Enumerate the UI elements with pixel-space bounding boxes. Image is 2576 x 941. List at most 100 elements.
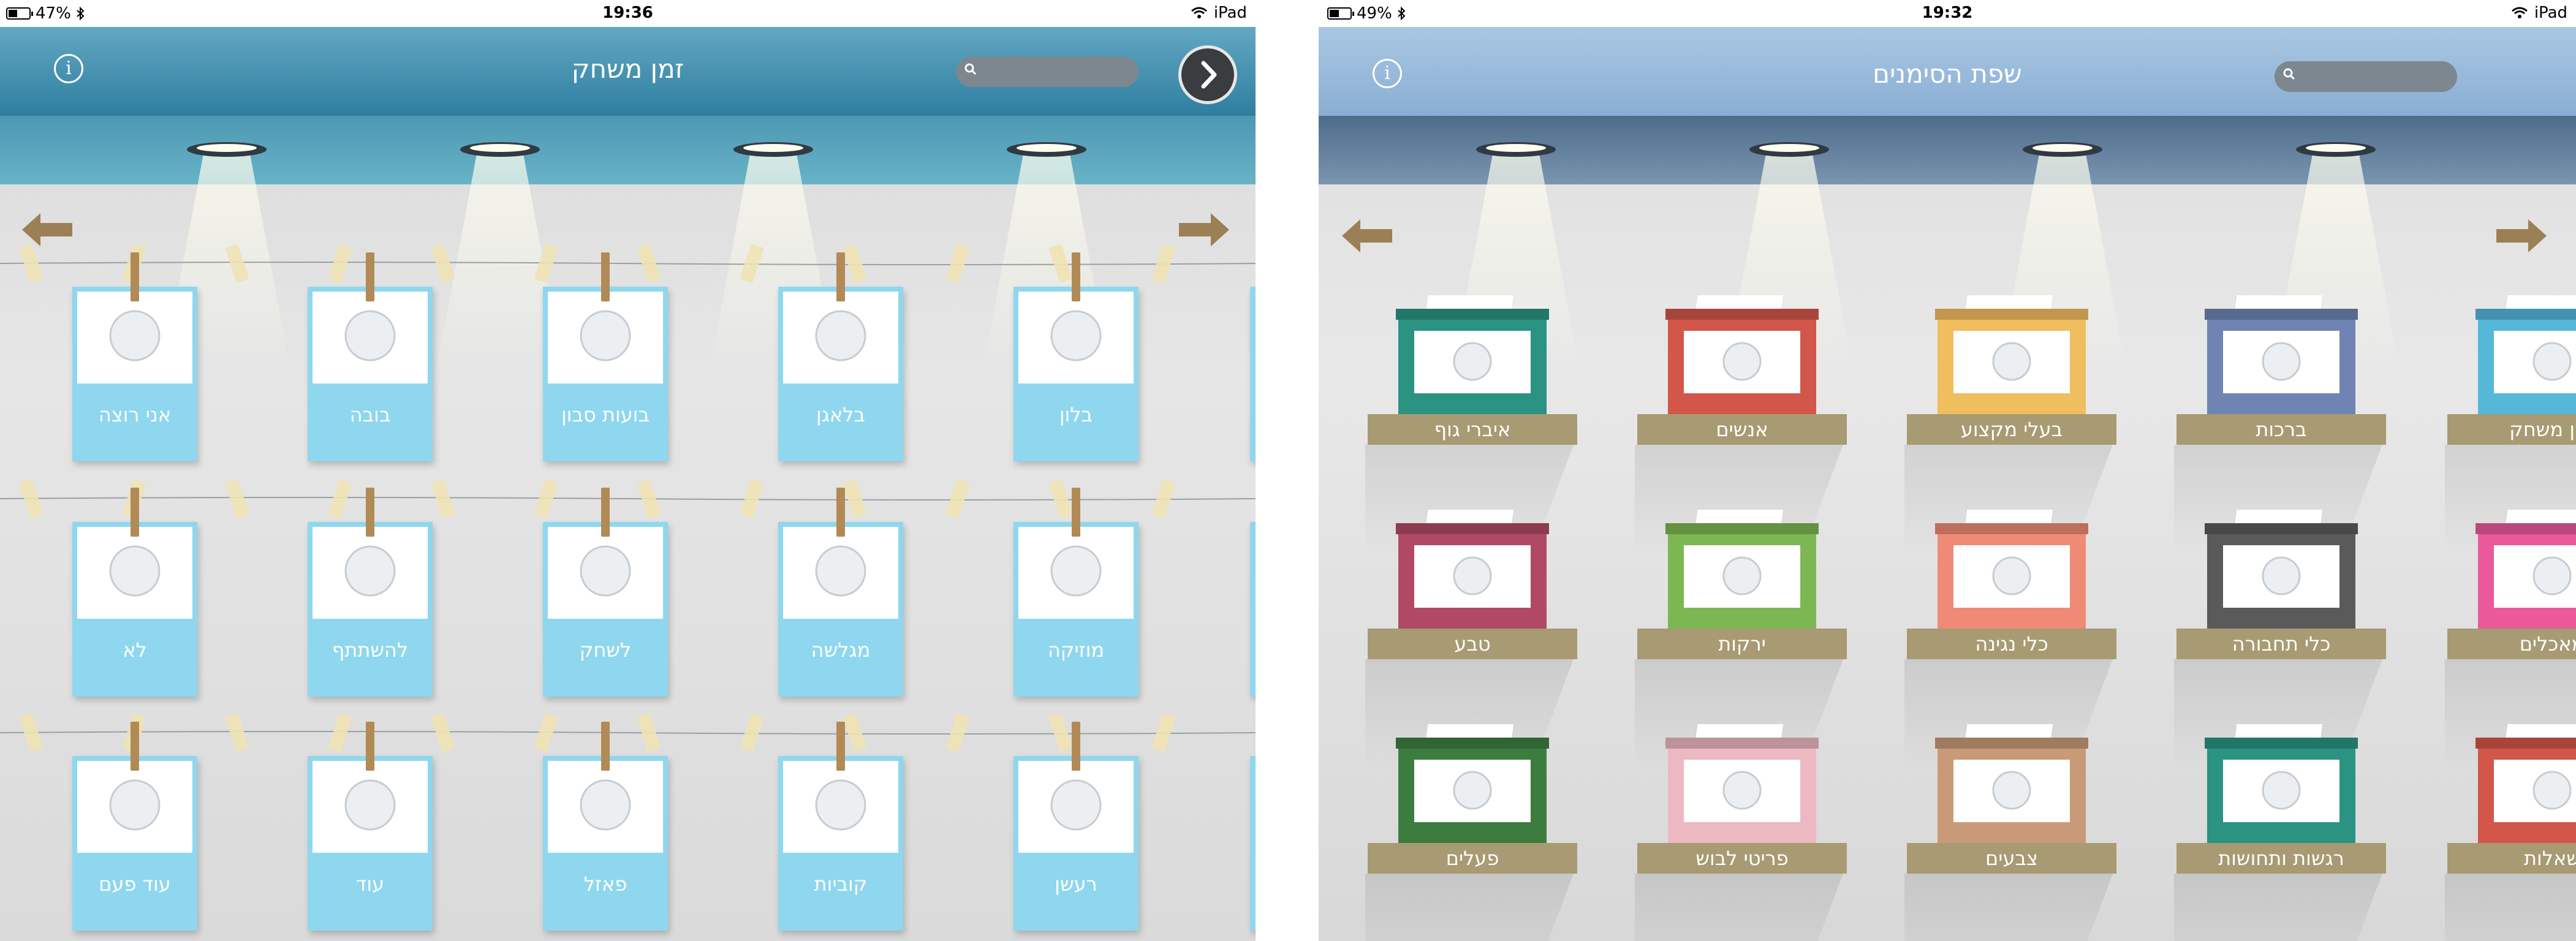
symbol-label: לשחק	[579, 638, 632, 662]
category-box[interactable]	[1665, 510, 1819, 631]
category-box[interactable]	[2476, 510, 2576, 631]
box-body	[1398, 747, 1547, 845]
symbol-picture	[1018, 292, 1134, 384]
box-body	[1668, 319, 1816, 417]
box-body	[1668, 533, 1816, 631]
symbol-card[interactable]: פאזל	[543, 756, 668, 931]
category-picture	[1684, 331, 1800, 393]
symbol-picture	[313, 292, 428, 384]
category-box[interactable]	[2205, 724, 2358, 845]
symbol-card-partial	[1250, 756, 1256, 931]
symbol-card-partial	[1250, 522, 1256, 697]
clothespin	[366, 722, 374, 771]
category-picture	[1953, 545, 2070, 608]
arrow-right-icon[interactable]	[1178, 208, 1230, 251]
box-lid	[1665, 523, 1819, 534]
shelf-shadow	[1365, 874, 1574, 941]
box-lid	[1665, 309, 1819, 320]
box-body	[2478, 747, 2576, 845]
symbol-card[interactable]: מוזיקה	[1013, 522, 1138, 697]
category-box[interactable]	[1396, 724, 1549, 845]
symbol-picture	[313, 761, 428, 853]
left-ipad-screen: 47% 19:36 iPad i זמן משחק אני רוצה בובה בו…	[0, 0, 1256, 941]
symbol-card[interactable]: קוביות	[778, 756, 903, 931]
arrow-left-icon[interactable]	[1341, 214, 1393, 257]
box-body	[1938, 319, 2086, 417]
category-box[interactable]	[1665, 295, 1819, 417]
status-time: 19:32	[1922, 4, 1973, 22]
symbol-card[interactable]: בלאגן	[778, 287, 903, 461]
box-body	[1938, 533, 2086, 631]
symbol-card-partial	[1250, 287, 1256, 461]
shelf-shadow	[1635, 874, 1843, 941]
category-box[interactable]	[1396, 295, 1549, 417]
symbol-label: בלאגן	[816, 403, 865, 426]
symbol-card[interactable]: בועות סבון	[543, 287, 668, 461]
symbol-picture	[548, 292, 663, 384]
category-label: פעלים	[1368, 843, 1577, 874]
search-input[interactable]	[2275, 61, 2457, 92]
category-label: טבע	[1368, 629, 1577, 659]
symbol-label: לא	[123, 638, 147, 662]
category-label: מאכלים	[2447, 629, 2576, 659]
category-picture	[1953, 760, 2070, 822]
arrow-right-icon[interactable]	[2495, 214, 2548, 257]
symbol-label: פאזל	[583, 872, 627, 896]
symbol-picture	[313, 527, 428, 619]
clothespin	[836, 252, 845, 301]
symbol-label: קוביות	[814, 872, 868, 896]
symbol-card[interactable]: בובה	[308, 287, 433, 461]
symbol-picture	[1018, 527, 1134, 619]
symbol-card[interactable]: לא	[72, 522, 197, 697]
category-box[interactable]	[2476, 295, 2576, 417]
box-body	[2207, 533, 2355, 631]
category-box[interactable]	[2476, 724, 2576, 845]
next-page-button[interactable]	[1178, 45, 1237, 104]
right-ipad-screen: 49% 19:32 iPad i שפת הסימנים איברי גוף אנ…	[1319, 0, 2576, 941]
symbol-label: בלון	[1059, 403, 1093, 426]
symbol-card[interactable]: מגלשה	[778, 522, 903, 697]
symbol-card[interactable]: להשתתף	[308, 522, 433, 697]
symbol-card[interactable]: אני רוצה	[72, 287, 197, 461]
symbol-picture	[1018, 761, 1134, 853]
category-picture	[1414, 760, 1531, 822]
category-picture	[2494, 331, 2576, 393]
box-lid	[2476, 309, 2576, 320]
box-lid	[2205, 738, 2358, 749]
category-box[interactable]	[2205, 510, 2358, 631]
symbol-card[interactable]: לשחק	[543, 522, 668, 697]
search-icon	[964, 63, 977, 75]
status-time: 19:36	[602, 4, 653, 22]
box-body	[1938, 747, 2086, 845]
symbol-card[interactable]: רעשן	[1013, 756, 1138, 931]
box-lid	[2205, 309, 2358, 320]
search-input[interactable]	[956, 56, 1138, 87]
symbol-card[interactable]: עוד	[308, 756, 433, 931]
symbol-label: אני רוצה	[98, 403, 172, 426]
symbol-card[interactable]: בלון	[1013, 287, 1138, 461]
box-body	[2207, 747, 2355, 845]
box-lid	[1396, 309, 1549, 320]
category-box[interactable]	[1935, 724, 2088, 845]
clothespin	[836, 488, 845, 537]
category-picture	[2494, 545, 2576, 608]
box-lid	[1396, 523, 1549, 534]
category-label: אנשים	[1637, 414, 1847, 445]
category-box[interactable]	[1935, 510, 2088, 631]
box-lid	[1665, 738, 1819, 749]
header-bar: i שפת הסימנים	[1319, 27, 2576, 116]
ceiling-lamp	[733, 142, 813, 157]
category-label: כלי תחבורה	[2176, 629, 2386, 659]
ceiling-lamp	[2023, 142, 2102, 157]
symbol-picture	[783, 292, 898, 384]
clothespin	[366, 488, 374, 537]
shelf-shadow	[2174, 874, 2382, 941]
category-box[interactable]	[1935, 295, 2088, 417]
chevron-right-icon	[1201, 61, 1217, 89]
category-box[interactable]	[1396, 510, 1549, 631]
symbol-card[interactable]: עוד פעם	[72, 756, 197, 931]
category-box[interactable]	[2205, 295, 2358, 417]
ceiling-lamp	[1007, 142, 1086, 157]
symbol-label: להשתתף	[331, 638, 409, 662]
category-box[interactable]	[1665, 724, 1819, 845]
